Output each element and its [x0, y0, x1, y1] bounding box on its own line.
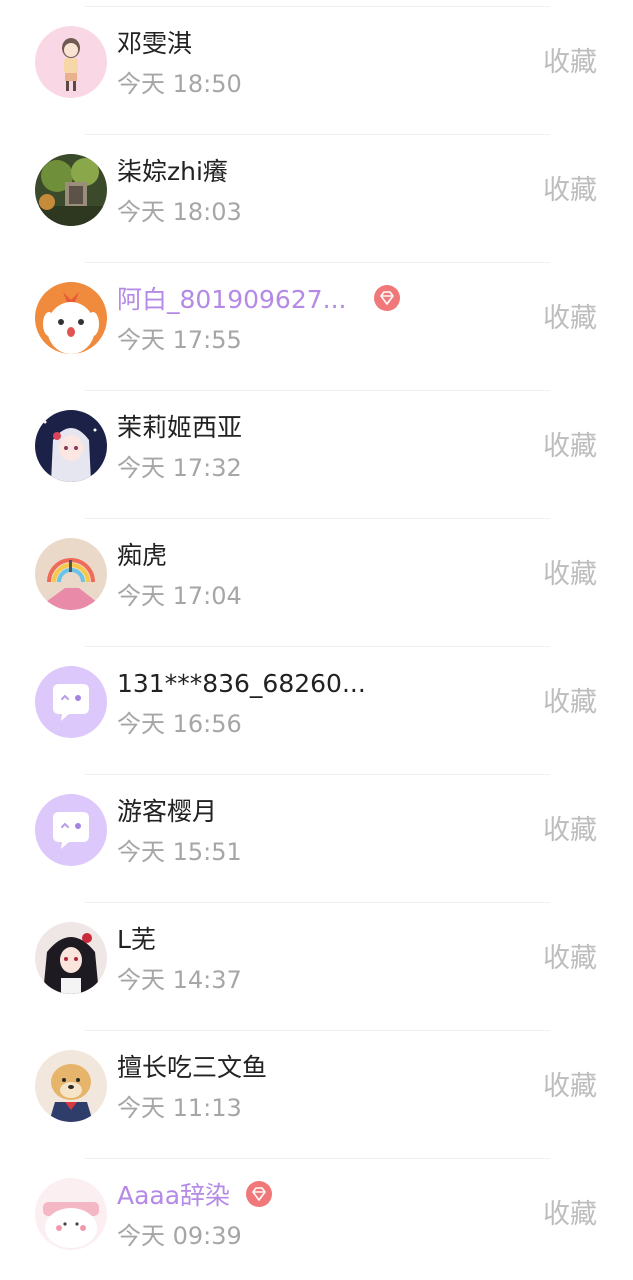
vip-diamond-icon: [374, 285, 401, 311]
user-name: 游客樱月: [117, 797, 218, 826]
list-item[interactable]: 131***836_68260... 今天 16:56 收藏: [0, 640, 633, 768]
list-item[interactable]: 阿白_801909627... 今天 17:55 收藏: [0, 256, 633, 384]
favorite-button[interactable]: 收藏: [543, 1198, 597, 1232]
timestamp: 今天 16:56: [117, 710, 242, 738]
list-item[interactable]: Aaaa辞染 今天 09:39 收藏: [0, 1152, 633, 1280]
timestamp: 今天 11:13: [117, 1094, 242, 1122]
favorite-button[interactable]: 收藏: [543, 1070, 597, 1104]
avatar[interactable]: [35, 410, 107, 482]
list-item[interactable]: 游客樱月 今天 15:51 收藏: [0, 768, 633, 896]
avatar[interactable]: [35, 26, 107, 98]
user-name: 邓雯淇: [117, 29, 193, 58]
user-name: Aaaa辞染: [117, 1180, 273, 1212]
timestamp: 今天 17:04: [117, 582, 242, 610]
user-name-text: 阿白_801909627...: [117, 285, 347, 314]
favorites-list: 邓雯淇 今天 18:50 收藏 柒婃zhi癢 今天 18:03 收藏 阿白_80…: [0, 0, 633, 1280]
timestamp: 今天 15:51: [117, 838, 242, 866]
user-name: 茉莉姬西亚: [117, 413, 243, 442]
timestamp: 今天 17:32: [117, 454, 242, 482]
list-item[interactable]: 邓雯淇 今天 18:50 收藏: [0, 0, 633, 128]
user-name: 柒婃zhi癢: [117, 157, 228, 186]
list-item[interactable]: 擅长吃三文鱼 今天 11:13 收藏: [0, 1024, 633, 1152]
vip-diamond-icon: [246, 1181, 273, 1207]
timestamp: 今天 18:50: [117, 70, 242, 98]
avatar[interactable]: [35, 922, 107, 994]
avatar[interactable]: [35, 794, 107, 866]
list-item[interactable]: L芜 今天 14:37 收藏: [0, 896, 633, 1024]
favorite-button[interactable]: 收藏: [543, 46, 597, 80]
favorite-button[interactable]: 收藏: [543, 430, 597, 464]
favorite-button[interactable]: 收藏: [543, 942, 597, 976]
user-name-text: Aaaa辞染: [117, 1181, 231, 1210]
list-item[interactable]: 柒婃zhi癢 今天 18:03 收藏: [0, 128, 633, 256]
avatar[interactable]: [35, 1050, 107, 1122]
avatar[interactable]: [35, 282, 107, 354]
favorite-button[interactable]: 收藏: [543, 302, 597, 336]
avatar[interactable]: [35, 538, 107, 610]
list-item[interactable]: 痴虎 今天 17:04 收藏: [0, 512, 633, 640]
timestamp: 今天 09:39: [117, 1222, 242, 1250]
avatar[interactable]: [35, 154, 107, 226]
timestamp: 今天 18:03: [117, 198, 242, 226]
user-name: 阿白_801909627...: [117, 284, 401, 316]
user-name: 131***836_68260...: [117, 669, 366, 698]
user-name: L芜: [117, 925, 156, 954]
avatar[interactable]: [35, 1178, 107, 1250]
user-name: 擅长吃三文鱼: [117, 1053, 268, 1082]
favorite-button[interactable]: 收藏: [543, 558, 597, 592]
list-item[interactable]: 茉莉姬西亚 今天 17:32 收藏: [0, 384, 633, 512]
user-name: 痴虎: [117, 541, 168, 570]
favorite-button[interactable]: 收藏: [543, 174, 597, 208]
avatar[interactable]: [35, 666, 107, 738]
favorite-button[interactable]: 收藏: [543, 686, 597, 720]
timestamp: 今天 14:37: [117, 966, 242, 994]
favorite-button[interactable]: 收藏: [543, 814, 597, 848]
timestamp: 今天 17:55: [117, 326, 242, 354]
